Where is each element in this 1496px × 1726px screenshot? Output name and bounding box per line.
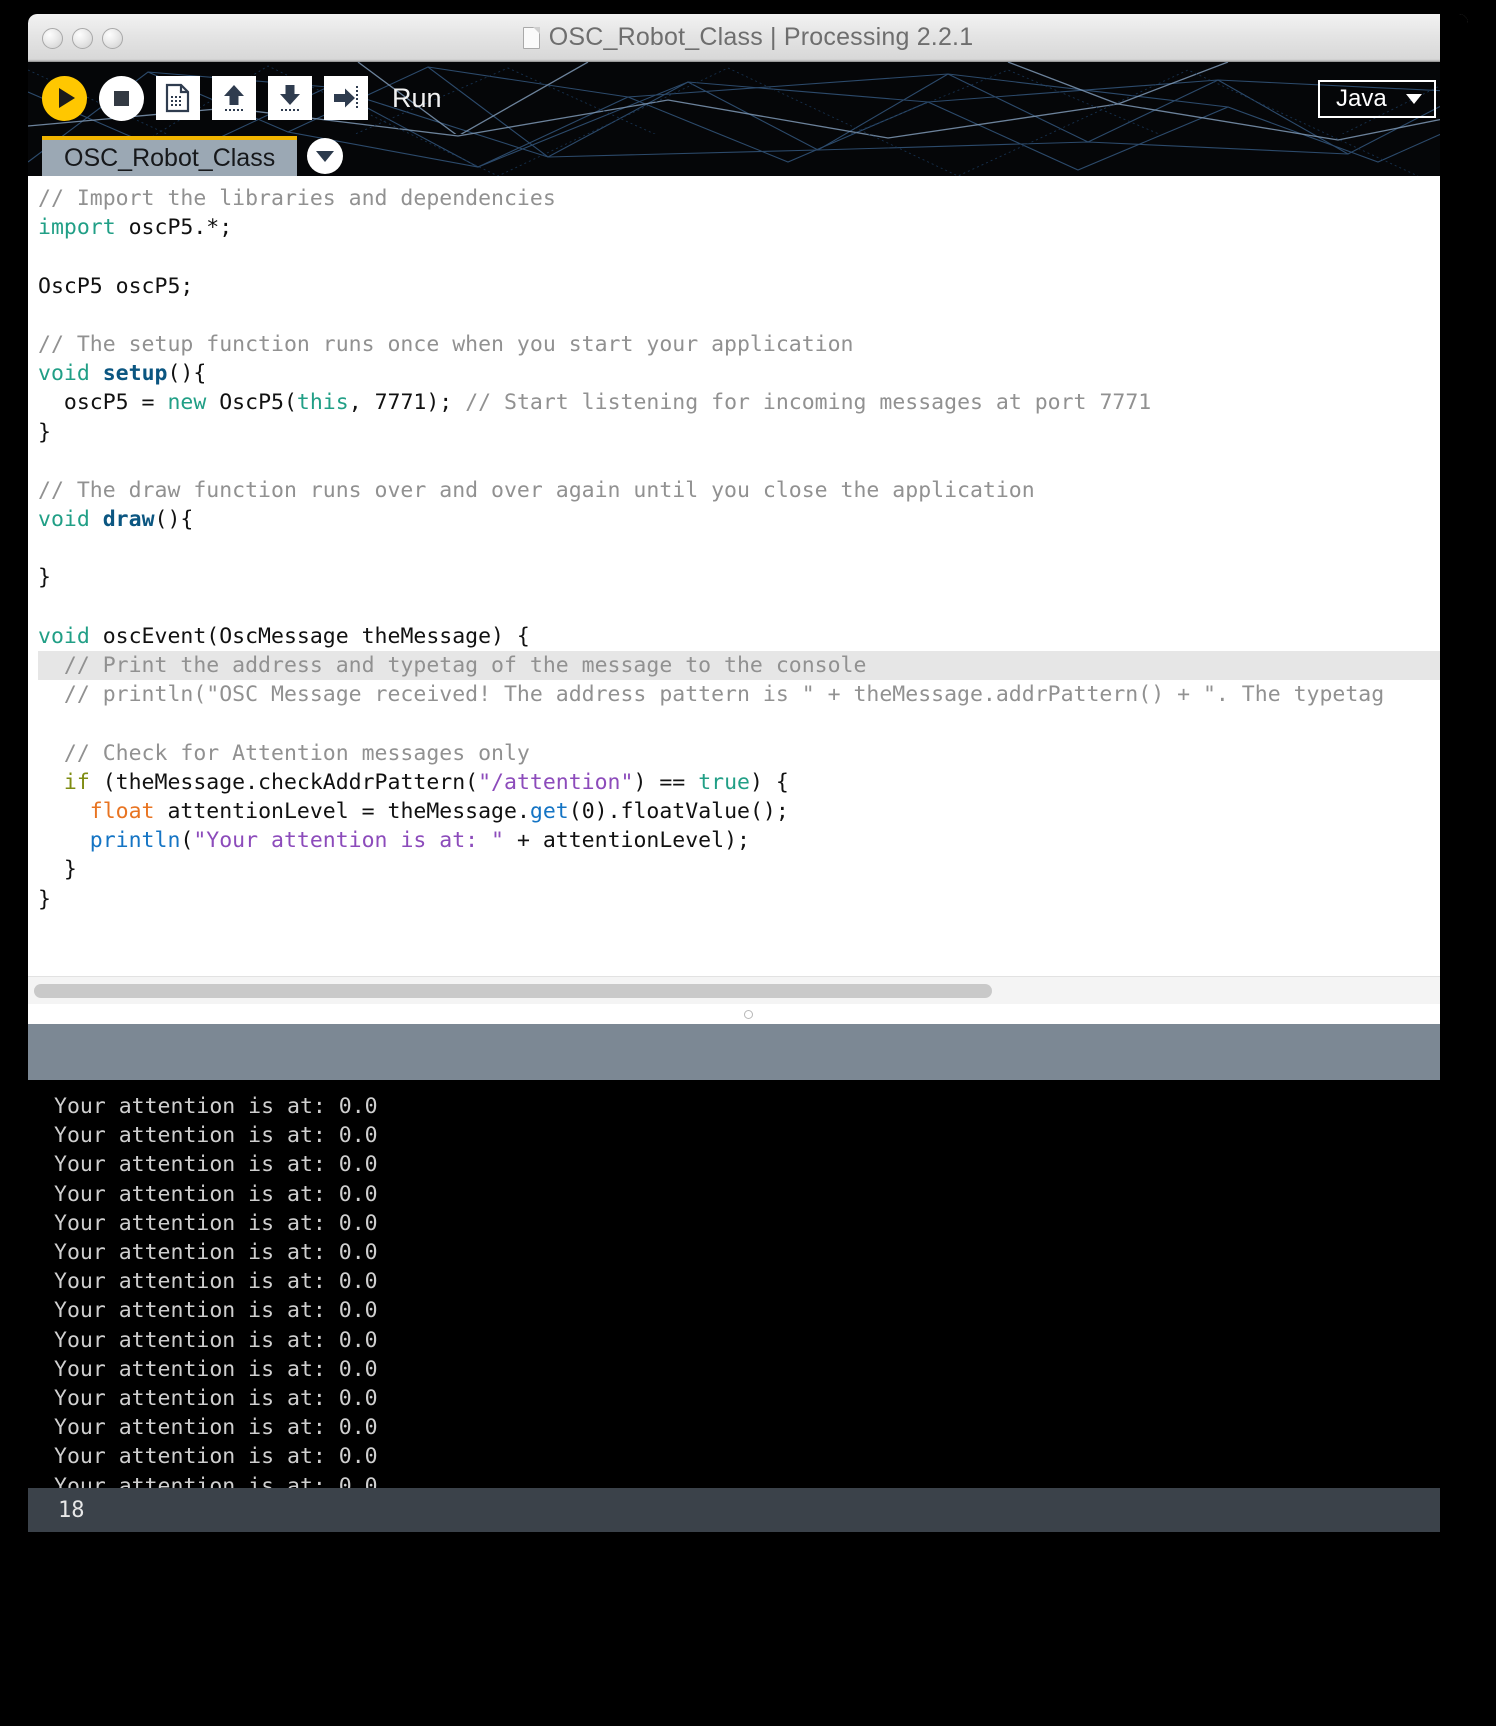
code-line: void setup(){ <box>38 361 207 387</box>
message-area <box>28 1024 1468 1080</box>
editor-area: // Import the libraries and dependencies… <box>28 176 1468 1004</box>
line-number-indicator: 18 <box>58 1497 85 1523</box>
code-line: void draw(){ <box>38 507 194 533</box>
code-line: oscP5 = new OscP5(this, 7771); // Start … <box>38 390 1152 416</box>
code-line: // Import the libraries and dependencies <box>38 186 556 211</box>
console-line: Your attention is at: 0.0 <box>54 1473 378 1488</box>
code-line: void oscEvent(OscMessage theMessage) { <box>38 623 530 649</box>
code-editor[interactable]: // Import the libraries and dependencies… <box>28 176 1468 976</box>
console-line: Your attention is at: 0.0 <box>54 1269 378 1295</box>
window-title-group: OSC_Robot_Class | Processing 2.2.1 <box>28 23 1468 52</box>
toolbar-buttons: Run <box>28 62 1468 134</box>
console-line: Your attention is at: 0.0 <box>54 1298 378 1324</box>
minimize-button[interactable] <box>72 28 93 49</box>
mode-selector-label: Java <box>1336 85 1387 112</box>
console-line: Your attention is at: 0.0 <box>54 1094 378 1119</box>
processing-ide-screenshot: OSC_Robot_Class | Processing 2.2.1 Run J… <box>0 0 1496 1726</box>
stop-button[interactable] <box>99 75 144 121</box>
editor-console-splitter[interactable] <box>28 1004 1468 1024</box>
console-line: Your attention is at: 0.0 <box>54 1152 378 1178</box>
code-line: // println("OSC Message received! The ad… <box>38 682 1385 708</box>
splitter-grip-icon <box>743 1009 753 1019</box>
run-label: Run <box>392 82 442 113</box>
code-line: OscP5 oscP5; <box>38 273 194 299</box>
status-bar: 18 <box>28 1488 1468 1532</box>
console-line: Your attention is at: 0.0 <box>54 1123 378 1149</box>
window-titlebar: OSC_Robot_Class | Processing 2.2.1 <box>28 14 1468 62</box>
window-title: OSC_Robot_Class | Processing 2.2.1 <box>548 23 974 51</box>
code-line: } <box>38 419 51 445</box>
scrollbar-thumb[interactable] <box>34 983 992 998</box>
tab-osc-robot-class[interactable]: OSC_Robot_Class <box>42 136 298 176</box>
console-text: Your attention is at: 0.0 Your attention … <box>28 1092 1468 1488</box>
code-line: println("Your attention is at: " + atten… <box>89 828 750 854</box>
code-line: // The setup function runs once when you… <box>38 331 854 357</box>
console-line: Your attention is at: 0.0 <box>54 1356 378 1382</box>
chevron-down-icon <box>1406 94 1422 104</box>
code-line: } <box>38 857 77 883</box>
document-icon <box>522 26 540 49</box>
arrow-down-icon <box>280 85 300 111</box>
console-line: Your attention is at: 0.0 <box>54 1240 378 1266</box>
play-icon <box>58 88 75 108</box>
code-line: import oscP5.*; <box>38 215 233 241</box>
code-text[interactable]: // Import the libraries and dependencies… <box>28 184 1468 914</box>
arrow-right-icon <box>334 86 358 108</box>
code-line: } <box>38 565 51 591</box>
code-line: // Print the address and typetag of the … <box>38 651 1468 681</box>
code-line: // The draw function runs over and over … <box>38 477 1035 503</box>
code-line: if (theMessage.checkAddrPattern("/attent… <box>63 769 789 795</box>
window-controls[interactable] <box>42 28 123 49</box>
tab-bar: OSC_Robot_Class <box>28 134 1468 176</box>
editor-horizontal-scrollbar[interactable] <box>28 976 1468 1004</box>
run-button[interactable] <box>42 75 87 121</box>
tab-label: OSC_Robot_Class <box>64 143 276 172</box>
tab-list: OSC_Robot_Class <box>28 134 1468 176</box>
new-sketch-button[interactable] <box>156 76 200 120</box>
code-line: // Check for Attention messages only <box>38 740 530 766</box>
console-line: Your attention is at: 0.0 <box>54 1181 378 1207</box>
console-line: Your attention is at: 0.0 <box>54 1386 378 1412</box>
tab-menu-button[interactable] <box>307 138 344 174</box>
console-output[interactable]: Your attention is at: 0.0 Your attention … <box>28 1080 1468 1488</box>
arrow-up-icon <box>224 85 244 111</box>
save-sketch-button[interactable] <box>268 76 312 120</box>
open-sketch-button[interactable] <box>212 76 256 120</box>
chevron-down-icon <box>316 150 335 162</box>
stop-icon <box>114 90 129 106</box>
mode-selector[interactable]: Java <box>1318 80 1436 118</box>
code-line: float attentionLevel = theMessage.get(0)… <box>89 798 789 824</box>
code-line: } <box>38 886 51 912</box>
console-line: Your attention is at: 0.0 <box>54 1327 378 1353</box>
zoom-button[interactable] <box>102 28 123 49</box>
close-button[interactable] <box>42 28 63 49</box>
new-file-icon <box>165 83 190 113</box>
console-line: Your attention is at: 0.0 <box>54 1415 378 1441</box>
console-line: Your attention is at: 0.0 <box>54 1444 378 1470</box>
window-right-edge <box>1440 14 1468 1712</box>
export-application-button[interactable] <box>324 76 368 120</box>
application-window: OSC_Robot_Class | Processing 2.2.1 Run J… <box>28 14 1468 1712</box>
console-line: Your attention is at: 0.0 <box>54 1210 378 1236</box>
toolbar: Run Java <box>28 62 1468 134</box>
